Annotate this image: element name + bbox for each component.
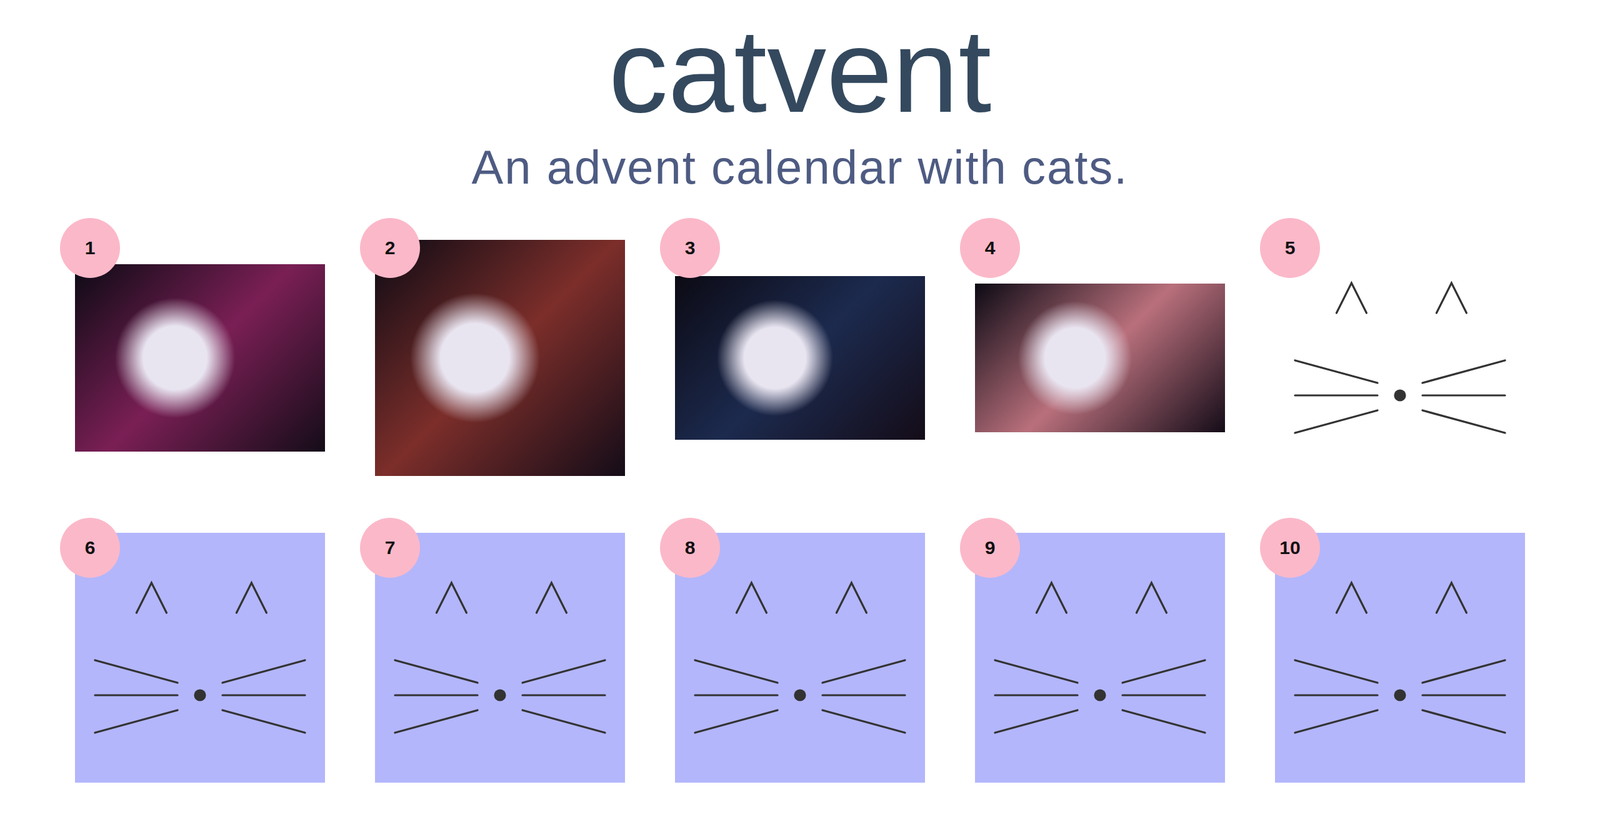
calendar-day[interactable]: 3 [675, 233, 925, 484]
cat-face-icon [75, 533, 325, 784]
calendar-day[interactable]: 6 [75, 533, 325, 784]
cat-face-icon [975, 533, 1225, 784]
day-badge: 3 [660, 218, 720, 279]
calendar-day[interactable]: 4 [975, 233, 1225, 484]
calendar-day[interactable]: 8 [675, 533, 925, 784]
cat-face-icon [1275, 233, 1525, 484]
cat-photo [675, 276, 925, 440]
cat-photo [375, 240, 625, 477]
day-badge: 6 [60, 518, 120, 579]
day-badge: 4 [960, 218, 1020, 279]
header: catvent An advent calendar with cats. [471, 11, 1129, 196]
cat-photo [975, 283, 1225, 433]
day-badge: 10 [1260, 518, 1320, 579]
cat-face-icon [375, 533, 625, 784]
day-badge: 7 [360, 518, 420, 579]
calendar-day[interactable]: 9 [975, 533, 1225, 784]
day-badge: 8 [660, 518, 720, 579]
calendar-day[interactable]: 1 [75, 233, 325, 484]
title: catvent [608, 11, 992, 130]
cat-face-icon [1275, 533, 1525, 784]
calendar-grid: 12345678910 [75, 233, 1525, 784]
day-badge: 2 [360, 218, 420, 279]
calendar-day[interactable]: 7 [375, 533, 625, 784]
day-badge: 9 [960, 518, 1020, 579]
cat-photo [75, 264, 325, 452]
cat-face-icon [675, 533, 925, 784]
page: catventAn advent calendar with cats.1234… [0, 0, 1600, 832]
day-badge: 1 [60, 218, 120, 279]
calendar-day[interactable]: 5 [1275, 233, 1525, 484]
calendar-day[interactable]: 2 [375, 233, 625, 484]
calendar-day[interactable]: 10 [1275, 533, 1525, 784]
subtitle: An advent calendar with cats. [471, 138, 1129, 196]
day-badge: 5 [1260, 218, 1320, 279]
